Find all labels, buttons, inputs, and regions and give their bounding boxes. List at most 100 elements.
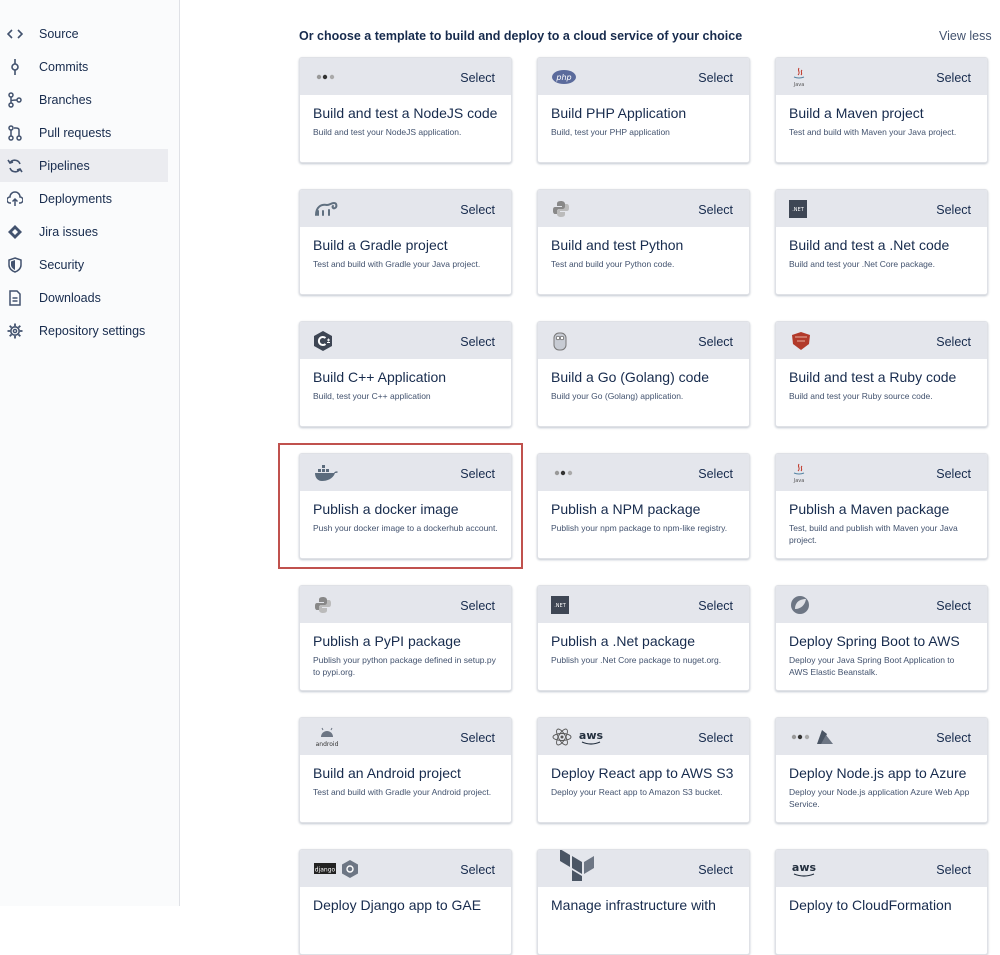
select-button[interactable]: Select bbox=[460, 863, 495, 877]
card-title: Build an Android project bbox=[313, 765, 461, 781]
template-card-spring-aws[interactable]: Select Deploy Spring Boot to AWS Deploy … bbox=[775, 585, 988, 691]
card-header: Select bbox=[776, 322, 987, 359]
template-card-php[interactable]: php Select Build PHP Application Build, … bbox=[537, 57, 750, 163]
template-card-pypi[interactable]: Select Publish a PyPI package Publish yo… bbox=[299, 585, 512, 691]
card-header: Java Select bbox=[776, 454, 987, 491]
template-card-docker[interactable]: Select Publish a docker image Push your … bbox=[299, 453, 512, 559]
sidebar-item-jira-issues[interactable]: Jira issues bbox=[0, 215, 168, 248]
sidebar-item-label: Pull requests bbox=[39, 125, 112, 140]
gear-icon bbox=[7, 323, 23, 339]
card-title: Build C++ Application bbox=[313, 369, 447, 385]
select-button[interactable]: Select bbox=[936, 731, 971, 745]
svg-text:aws: aws bbox=[792, 861, 817, 874]
sidebar-item-label: Jira issues bbox=[39, 224, 99, 239]
sidebar-item-security[interactable]: Security bbox=[0, 248, 168, 281]
template-card-ruby[interactable]: Select Build and test a Ruby code Build … bbox=[775, 321, 988, 427]
template-card-gradle[interactable]: Select Build a Gradle project Test and b… bbox=[299, 189, 512, 295]
sidebar-item-label: Commits bbox=[39, 59, 89, 74]
template-card-cloudformation[interactable]: aws Select Deploy to CloudFormation bbox=[775, 849, 988, 955]
svg-text:.NET: .NET bbox=[792, 207, 804, 213]
card-header: Select bbox=[300, 322, 511, 359]
select-button[interactable]: Select bbox=[936, 335, 971, 349]
sidebar-item-deployments[interactable]: Deployments bbox=[0, 182, 168, 215]
sidebar-item-pull-requests[interactable]: Pull requests bbox=[0, 116, 168, 149]
select-button[interactable]: Select bbox=[936, 863, 971, 877]
template-card-maven-publish[interactable]: Java Select Publish a Maven package Test… bbox=[775, 453, 988, 559]
select-button[interactable]: Select bbox=[698, 467, 733, 481]
template-card-terraform[interactable]: Select Manage infrastructure with bbox=[537, 849, 750, 955]
card-title: Publish a PyPI package bbox=[313, 633, 461, 649]
select-button[interactable]: Select bbox=[460, 599, 495, 613]
template-card-golang[interactable]: Select Build a Go (Golang) code Build yo… bbox=[537, 321, 750, 427]
template-card-react-s3[interactable]: aws Select Deploy React app to AWS S3 De… bbox=[537, 717, 750, 823]
select-button[interactable]: Select bbox=[698, 203, 733, 217]
sidebar-item-pipelines[interactable]: Pipelines bbox=[0, 149, 168, 182]
card-description: Test and build with Gradle your Android … bbox=[313, 787, 492, 797]
dotnet-icon: .NET bbox=[551, 594, 569, 616]
card-description: Deploy your React app to Amazon S3 bucke… bbox=[551, 787, 723, 797]
svg-text:.NET: .NET bbox=[554, 603, 566, 609]
card-header: .NET Select bbox=[538, 586, 749, 623]
sidebar: Source Commits Branches Pull requests Pi… bbox=[0, 0, 180, 906]
card-description: Build and test your Ruby source code. bbox=[789, 391, 933, 401]
select-button[interactable]: Select bbox=[936, 599, 971, 613]
select-button[interactable]: Select bbox=[698, 731, 733, 745]
select-button[interactable]: Select bbox=[698, 599, 733, 613]
sidebar-item-branches[interactable]: Branches bbox=[0, 83, 168, 116]
select-button[interactable]: Select bbox=[460, 203, 495, 217]
sidebar-item-label: Security bbox=[39, 257, 85, 272]
template-card-maven[interactable]: Java Select Build a Maven project Test a… bbox=[775, 57, 988, 163]
card-header: Select bbox=[300, 454, 511, 491]
select-button[interactable]: Select bbox=[460, 71, 495, 85]
nodejs-azure-icon bbox=[789, 726, 841, 748]
sidebar-item-repository-settings[interactable]: Repository settings bbox=[0, 314, 168, 347]
android-icon: android bbox=[313, 726, 341, 748]
template-card-npm[interactable]: Select Publish a NPM package Publish you… bbox=[537, 453, 750, 559]
document-icon bbox=[7, 289, 23, 306]
select-button[interactable]: Select bbox=[936, 203, 971, 217]
select-button[interactable]: Select bbox=[698, 71, 733, 85]
php-icon: php bbox=[551, 66, 577, 88]
card-title: Build a Go (Golang) code bbox=[551, 369, 709, 385]
template-card-node-azure[interactable]: Select Deploy Node.js app to Azure Deplo… bbox=[775, 717, 988, 823]
select-button[interactable]: Select bbox=[460, 335, 495, 349]
svg-text:php: php bbox=[555, 73, 571, 82]
select-button[interactable]: Select bbox=[460, 731, 495, 745]
card-header: Select bbox=[776, 718, 987, 755]
template-card-android[interactable]: android Select Build an Android project … bbox=[299, 717, 512, 823]
card-title: Publish a .Net package bbox=[551, 633, 695, 649]
card-header: Select bbox=[776, 586, 987, 623]
python-icon bbox=[551, 198, 571, 220]
card-description: Build, test your PHP application bbox=[551, 127, 670, 137]
nodejs-icon bbox=[313, 66, 339, 88]
view-less-link[interactable]: View less bbox=[939, 29, 992, 43]
template-card-dotnet-build[interactable]: .NET Select Build and test a .Net code B… bbox=[775, 189, 988, 295]
template-card-python[interactable]: Select Build and test Python Test and bu… bbox=[537, 189, 750, 295]
sidebar-item-commits[interactable]: Commits bbox=[0, 50, 168, 83]
java-icon: Java bbox=[789, 66, 809, 88]
template-card-nodejs-build[interactable]: Select Build and test a NodeJS code Buil… bbox=[299, 57, 512, 163]
card-header: aws Select bbox=[776, 850, 987, 887]
spring-icon bbox=[789, 594, 811, 616]
sidebar-item-downloads[interactable]: Downloads bbox=[0, 281, 168, 314]
python-icon bbox=[313, 594, 333, 616]
template-card-cpp[interactable]: Select Build C++ Application Build, test… bbox=[299, 321, 512, 427]
card-header: Select bbox=[300, 586, 511, 623]
card-description: Push your docker image to a dockerhub ac… bbox=[313, 523, 498, 533]
sidebar-item-label: Pipelines bbox=[39, 158, 90, 173]
sidebar-item-source[interactable]: Source bbox=[0, 17, 168, 50]
svg-text:aws: aws bbox=[579, 729, 604, 742]
select-button[interactable]: Select bbox=[936, 71, 971, 85]
select-button[interactable]: Select bbox=[936, 467, 971, 481]
cpp-icon bbox=[313, 330, 333, 352]
pipelines-icon bbox=[7, 158, 23, 174]
select-button[interactable]: Select bbox=[698, 335, 733, 349]
select-button[interactable]: Select bbox=[698, 863, 733, 877]
card-header: aws Select bbox=[538, 718, 749, 755]
select-button[interactable]: Select bbox=[460, 467, 495, 481]
card-description: Publish your npm package to npm-like reg… bbox=[551, 523, 728, 533]
card-description: Test and build with Gradle your Java pro… bbox=[313, 259, 481, 269]
jira-icon bbox=[7, 224, 23, 240]
template-card-django-gae[interactable]: django Select Deploy Django app to GAE bbox=[299, 849, 512, 955]
template-card-dotnet-publish[interactable]: .NET Select Publish a .Net package Publi… bbox=[537, 585, 750, 691]
